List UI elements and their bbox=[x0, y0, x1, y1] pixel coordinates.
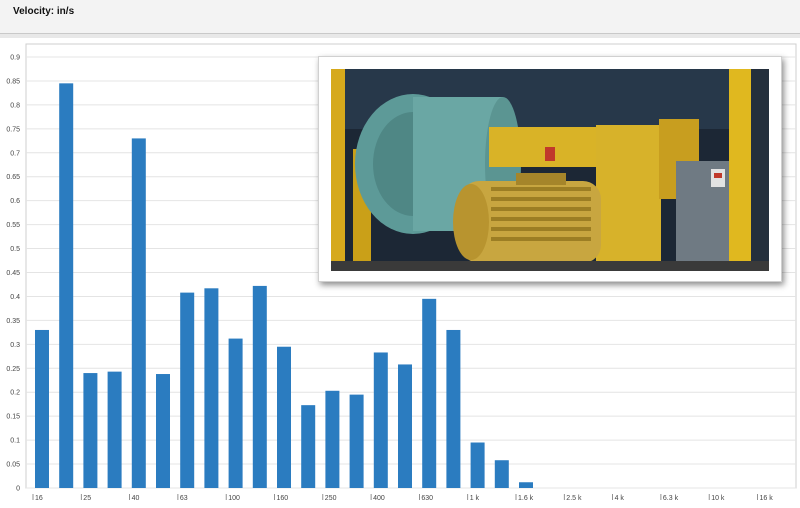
x-tick-label: 40 bbox=[132, 495, 140, 502]
bar bbox=[373, 352, 388, 488]
x-tick-label: 4 k bbox=[615, 495, 625, 502]
y-tick-label: 0.2 bbox=[10, 390, 20, 397]
machine-photo-frame bbox=[318, 56, 782, 282]
y-tick-label: 0.85 bbox=[6, 78, 20, 85]
y-tick-label: 0.65 bbox=[6, 174, 20, 181]
bar bbox=[422, 298, 437, 488]
x-tick-label: 6.3 k bbox=[663, 495, 679, 502]
y-tick-label: 0.75 bbox=[6, 126, 20, 133]
y-tick-label: 0.35 bbox=[6, 318, 20, 325]
bar bbox=[180, 292, 195, 488]
x-tick-label: 10 k bbox=[711, 495, 725, 502]
bar bbox=[252, 285, 267, 488]
photo-illustration bbox=[331, 69, 769, 271]
x-tick-label: 16 k bbox=[760, 495, 774, 502]
x-tick-label: 160 bbox=[277, 495, 289, 502]
motor-blower-photo bbox=[331, 69, 769, 271]
x-tick-label: 25 bbox=[83, 495, 91, 502]
y-tick-label: 0.45 bbox=[6, 270, 20, 277]
x-tick-label: 400 bbox=[373, 495, 385, 502]
bar bbox=[494, 460, 509, 488]
y-tick-label: 0.6 bbox=[10, 198, 20, 205]
bar bbox=[228, 338, 243, 488]
y-tick-label: 0.7 bbox=[10, 150, 20, 157]
bar bbox=[131, 138, 146, 488]
x-tick-label: 1.6 k bbox=[518, 495, 534, 502]
y-tick-label: 0.1 bbox=[10, 438, 20, 445]
x-tick-label: 250 bbox=[325, 495, 337, 502]
bar bbox=[349, 394, 364, 488]
bar bbox=[470, 442, 485, 488]
x-tick-label: 1 k bbox=[470, 495, 480, 502]
bar bbox=[301, 405, 316, 488]
x-tick-label: 63 bbox=[180, 495, 188, 502]
y-tick-label: 0.9 bbox=[10, 55, 20, 62]
bar bbox=[59, 83, 74, 488]
y-tick-label: 0.55 bbox=[6, 222, 20, 229]
y-tick-label: 0.5 bbox=[10, 246, 20, 253]
bar bbox=[156, 374, 170, 488]
y-tick-label: 0.8 bbox=[10, 102, 20, 109]
bar bbox=[519, 482, 533, 488]
x-tick-label: 100 bbox=[228, 495, 240, 502]
x-tick-label: 630 bbox=[421, 495, 433, 502]
y-tick-label: 0 bbox=[16, 486, 20, 493]
y-tick-label: 0.05 bbox=[6, 462, 20, 469]
bar bbox=[277, 346, 291, 488]
y-tick-label: 0.25 bbox=[6, 366, 20, 373]
bar bbox=[35, 329, 49, 488]
bar bbox=[204, 288, 219, 488]
bar bbox=[398, 364, 412, 488]
bar bbox=[325, 390, 340, 488]
bar bbox=[446, 329, 461, 488]
bar bbox=[107, 371, 122, 488]
y-tick-label: 0.4 bbox=[10, 294, 20, 301]
y-tick-label: 0.3 bbox=[10, 342, 20, 349]
bar bbox=[83, 373, 98, 488]
x-tick-label: 2.5 k bbox=[566, 495, 582, 502]
y-tick-label: 0.15 bbox=[6, 414, 20, 421]
x-tick-label: 16 bbox=[35, 495, 43, 502]
